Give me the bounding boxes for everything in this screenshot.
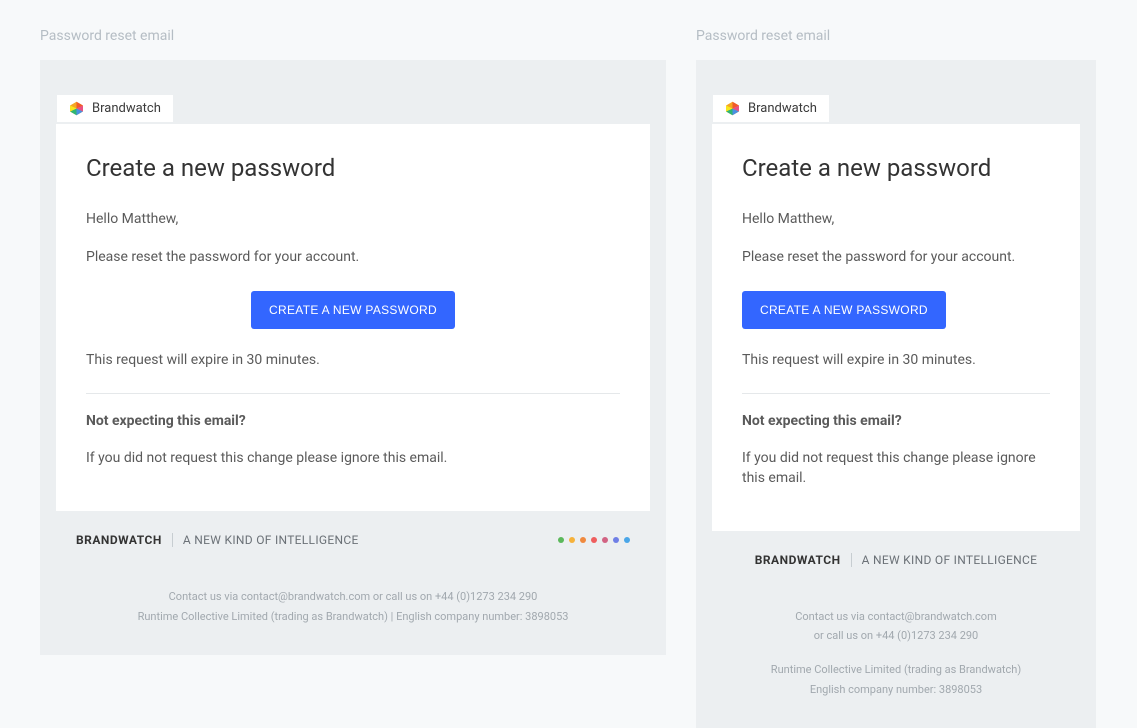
email-outer: Brandwatch Create a new password Hello M… xyxy=(40,60,666,655)
not-expecting-head: Not expecting this email? xyxy=(742,412,1050,432)
brandwatch-logo-icon xyxy=(725,101,740,116)
not-expecting-body: If you did not request this change pleas… xyxy=(742,449,1050,488)
email-expiry: This request will expire in 30 minutes. xyxy=(86,351,620,371)
email-footer: Contact us via contact@brandwatch.com or… xyxy=(712,577,1080,700)
brand-tagline: A NEW KIND OF INTELLIGENCE xyxy=(183,533,359,547)
email-instruction: Please reset the password for your accou… xyxy=(742,248,1050,268)
footer-contact-l1: Contact us via contact@brandwatch.com xyxy=(726,607,1066,627)
brand-tagline: A NEW KIND OF INTELLIGENCE xyxy=(862,553,1038,567)
divider xyxy=(742,393,1050,394)
email-variant-narrow: Password reset email Brandwatch Create xyxy=(696,0,1096,728)
brand-separator xyxy=(851,553,852,567)
email-variant-wide: Password reset email Brandwatch Create xyxy=(40,0,666,728)
brand-row: BRANDWATCH A NEW KIND OF INTELLIGENCE xyxy=(712,531,1080,577)
email-instruction: Please reset the password for your accou… xyxy=(86,248,620,268)
email-expiry: This request will expire in 30 minutes. xyxy=(742,351,1050,371)
footer-company-l2: English company number: 3898053 xyxy=(726,680,1066,700)
email-outer: Brandwatch Create a new password Hello M… xyxy=(696,60,1096,728)
brand-name: BRANDWATCH xyxy=(755,553,841,567)
footer-company-l1: Runtime Collective Limited (trading as B… xyxy=(726,660,1066,680)
create-password-button[interactable]: CREATE A NEW PASSWORD xyxy=(742,291,946,329)
logo-text: Brandwatch xyxy=(748,101,817,116)
logo-text: Brandwatch xyxy=(92,101,161,116)
brandwatch-logo-icon xyxy=(69,101,84,116)
email-greeting: Hello Matthew, xyxy=(86,210,620,230)
email-card: Create a new password Hello Matthew, Ple… xyxy=(712,124,1080,531)
footer-contact-l2: or call us on +44 (0)1273 234 290 xyxy=(726,626,1066,646)
logo-chip: Brandwatch xyxy=(57,95,173,122)
divider xyxy=(86,393,620,394)
not-expecting-head: Not expecting this email? xyxy=(86,412,620,432)
email-greeting: Hello Matthew, xyxy=(742,210,1050,230)
brand-name: BRANDWATCH xyxy=(76,533,162,547)
brand-row: BRANDWATCH A NEW KIND OF INTELLIGENCE xyxy=(56,511,650,557)
not-expecting-body: If you did not request this change pleas… xyxy=(86,449,620,469)
section-label: Password reset email xyxy=(696,28,1096,44)
brand-separator xyxy=(172,533,173,547)
footer-company: Runtime Collective Limited (trading as B… xyxy=(70,607,636,627)
logo-chip: Brandwatch xyxy=(713,95,829,122)
brand-dots-icon xyxy=(558,537,630,543)
create-password-button[interactable]: CREATE A NEW PASSWORD xyxy=(251,291,455,329)
email-heading: Create a new password xyxy=(86,154,620,182)
section-label: Password reset email xyxy=(40,28,666,44)
email-footer: Contact us via contact@brandwatch.com or… xyxy=(56,557,650,627)
email-heading: Create a new password xyxy=(742,154,1050,182)
email-card: Create a new password Hello Matthew, Ple… xyxy=(56,124,650,511)
footer-contact: Contact us via contact@brandwatch.com or… xyxy=(70,587,636,607)
